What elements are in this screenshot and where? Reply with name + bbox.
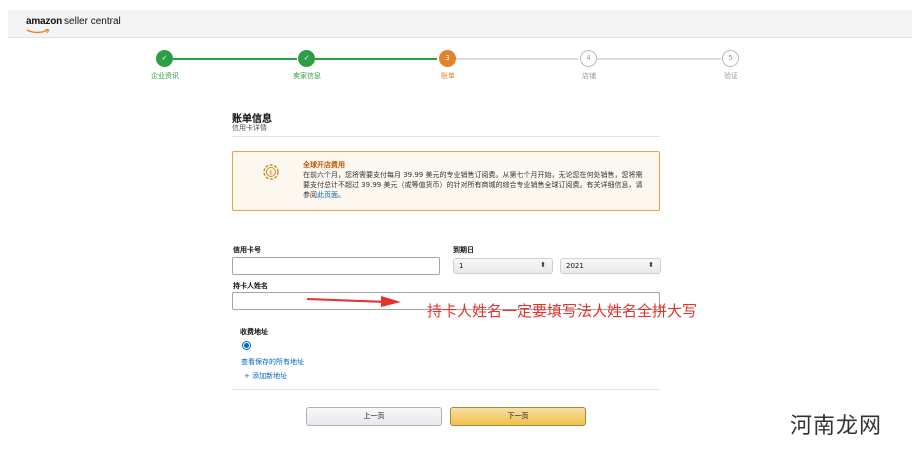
top-header: amazon seller central [8, 10, 912, 38]
step-2-check-icon: ✓ [298, 50, 315, 67]
divider [232, 136, 660, 137]
step-3-label: 账单 [441, 72, 455, 80]
expiry-month-select[interactable]: 1 ⬍ [453, 258, 553, 274]
address-radio[interactable] [242, 341, 251, 350]
section-subtitle: 信用卡详情 [232, 124, 267, 132]
step-5-label: 验证 [724, 72, 738, 80]
step-2-label: 卖家信息 [293, 72, 321, 80]
expiry-year-value: 2021 [566, 262, 584, 270]
gear-dollar-icon: $ [263, 164, 279, 180]
add-new-address-link[interactable]: + 添加新地址 [244, 371, 287, 381]
billing-address-label: 收费地址 [240, 328, 268, 336]
step-connector [173, 58, 297, 60]
notice-link[interactable]: 此页面 [317, 191, 338, 199]
select-arrows-icon: ⬍ [648, 261, 654, 269]
svg-text:$: $ [269, 169, 273, 177]
card-number-label: 信用卡号 [233, 246, 261, 254]
expiry-month-value: 1 [459, 262, 464, 270]
step-1-check-icon: ✓ [156, 50, 173, 67]
previous-page-button[interactable]: 上一页 [306, 407, 442, 426]
card-number-input[interactable] [232, 257, 440, 275]
next-page-button[interactable]: 下一页 [450, 407, 586, 426]
global-selling-fee-notice: $ 全球开店费用 在前六个月，您将需要支付每月 39.99 美元的专业销售订阅费… [232, 151, 660, 211]
watermark: 河南龙网 [790, 414, 883, 439]
expiry-label: 到期日 [453, 246, 474, 254]
step-3-marker: 3 [439, 50, 456, 67]
logo-brand: amazon [26, 16, 63, 27]
expiry-year-select[interactable]: 2021 ⬍ [560, 258, 661, 274]
logo-product: seller central [64, 16, 121, 27]
step-4-label: 店铺 [582, 72, 596, 80]
step-5-marker: 5 [722, 50, 739, 67]
step-1-label: 企业资讯 [151, 72, 179, 80]
step-connector [315, 58, 437, 60]
divider [232, 389, 660, 390]
notice-title: 全球开店费用 [303, 161, 345, 169]
red-arrow-annotation-icon [306, 296, 401, 307]
notice-end: 。 [338, 191, 345, 199]
view-saved-addresses-link[interactable]: 查看保存的所有地址 [241, 357, 304, 367]
amazon-seller-central-logo[interactable]: amazon seller central [26, 16, 121, 27]
step-connector [456, 58, 578, 60]
annotation-text: 持卡人姓名一定要填写法人姓名全拼大写 [427, 302, 698, 320]
progress-stepper: ✓ 企业资讯 ✓ 卖家信息 3 账单 4 店铺 5 验证 [0, 48, 924, 88]
notice-body: 在前六个月，您将需要支付每月 39.99 美元的专业销售订阅费。从第七个月开始，… [303, 170, 643, 200]
step-connector [597, 58, 721, 60]
amazon-smile-icon [26, 29, 50, 34]
select-arrows-icon: ⬍ [540, 261, 546, 269]
step-4-marker: 4 [580, 50, 597, 67]
notice-text: 在前六个月，您将需要支付每月 39.99 美元的专业销售订阅费。从第七个月开始，… [303, 171, 643, 199]
cardholder-name-label: 持卡人姓名 [233, 282, 268, 290]
